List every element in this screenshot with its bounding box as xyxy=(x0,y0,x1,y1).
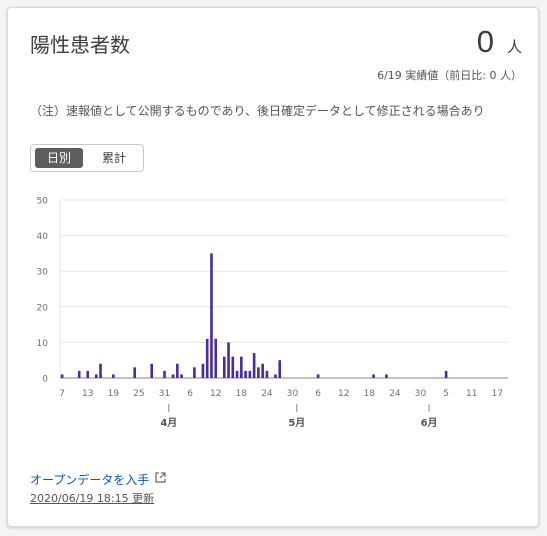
x-tick-label: 18 xyxy=(236,389,248,399)
daily-cases-chart: 0 10 20 30 40 50 7 13 19 25 31 6 12 18 24 30 6 12 18 24 30 5 1… xyxy=(37,197,508,429)
bar xyxy=(248,370,252,378)
x-tick-label: 19 xyxy=(108,389,120,399)
bar xyxy=(171,374,175,378)
bar xyxy=(86,370,90,378)
bar xyxy=(385,374,388,378)
bar xyxy=(261,363,264,378)
x-tick-label: 30 xyxy=(287,389,299,399)
bar xyxy=(99,363,102,378)
bar xyxy=(112,374,115,378)
bar xyxy=(210,253,213,378)
x-tick-label: 24 xyxy=(261,389,273,399)
month-label: 5月 xyxy=(288,417,305,429)
bar xyxy=(180,374,183,378)
y-tick-label: 20 xyxy=(37,303,49,313)
x-tick-label: 24 xyxy=(389,389,401,399)
bar xyxy=(231,356,235,378)
y-tick-label: 10 xyxy=(37,339,49,349)
x-tick-label: 31 xyxy=(159,389,170,399)
bar xyxy=(235,370,239,378)
x-tick-label: 5 xyxy=(443,389,449,399)
x-tick-label: 17 xyxy=(492,389,503,399)
bar xyxy=(444,370,448,378)
bar xyxy=(227,342,230,378)
y-tick-label: 40 xyxy=(37,232,49,242)
bar xyxy=(77,370,81,378)
bar xyxy=(193,367,196,378)
bar xyxy=(60,374,64,378)
x-tick-label: 7 xyxy=(59,389,65,399)
x-tick-label: 11 xyxy=(466,389,477,399)
month-label: 6月 xyxy=(421,417,438,429)
bar xyxy=(265,370,269,378)
x-tick-label: 12 xyxy=(338,389,349,399)
bar xyxy=(278,360,282,378)
x-tick-label: 6 xyxy=(187,389,193,399)
bar xyxy=(222,356,226,378)
x-tick-label: 13 xyxy=(82,389,93,399)
bar xyxy=(205,338,209,378)
bar xyxy=(252,353,256,378)
bar xyxy=(316,374,320,378)
bar xyxy=(163,370,166,378)
bar xyxy=(150,363,154,378)
month-label: 4月 xyxy=(160,417,177,429)
bar xyxy=(240,356,243,378)
x-tick-label: 6 xyxy=(315,389,321,399)
bar xyxy=(274,374,277,378)
bar xyxy=(214,338,218,378)
bar xyxy=(176,363,179,378)
y-tick-label: 50 xyxy=(37,197,49,207)
y-tick-label: 30 xyxy=(37,268,49,278)
x-tick-label: 25 xyxy=(133,389,144,399)
bar xyxy=(201,363,205,378)
bar xyxy=(372,374,375,378)
x-tick-label: 12 xyxy=(210,389,221,399)
bar xyxy=(133,367,136,378)
y-tick-label: 0 xyxy=(42,375,48,385)
x-tick-label: 18 xyxy=(364,389,376,399)
bar xyxy=(257,367,260,378)
bar xyxy=(244,370,247,378)
bar xyxy=(94,374,98,378)
x-tick-label: 30 xyxy=(415,389,427,399)
